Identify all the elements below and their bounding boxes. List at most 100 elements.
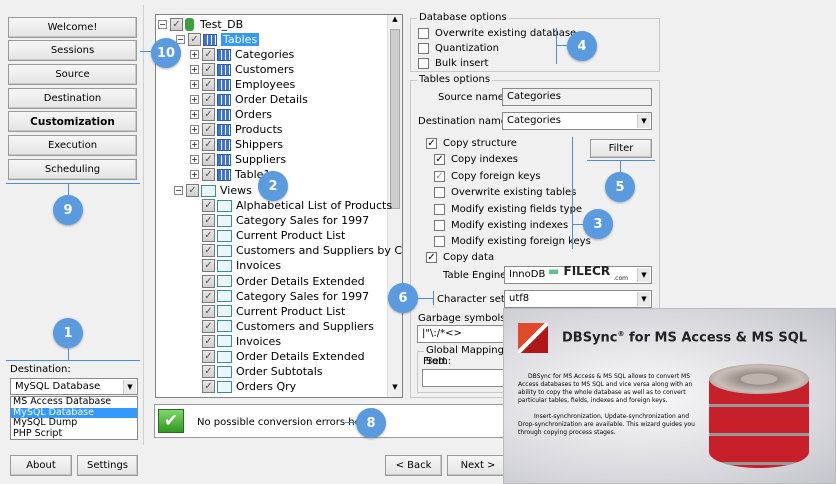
checkbox-box[interactable]: ✓ [434,170,445,182]
tree-item-view[interactable]: ✓ Order Subtotals [202,364,323,379]
tree-item-view[interactable]: ✓ Customers and Suppliers [202,319,374,334]
nav-execution[interactable]: Execution [8,135,137,156]
checkbox-box[interactable]: ✓ [426,138,437,149]
tree-item-table[interactable]: + ✓ Order Details [190,92,308,107]
checkbox-copy-data[interactable]: ✓ Copy data [426,252,494,263]
tree-item-view[interactable]: ✓ Orders Qry [202,379,296,394]
destination-option[interactable]: MS Access Database [11,396,137,408]
object-tree[interactable]: ▲ ▼ − ✓ Test_DB − ✓ Tables + ✓ Categories + ✓ Custo… [155,14,403,398]
expand-icon[interactable]: + [190,65,199,74]
garbage-symbols-input[interactable]: |"\:/*<> [417,325,517,343]
checkbox-modify-existing-fields-type[interactable]: Modify existing fields type [434,203,582,215]
checkbox-checked-icon[interactable]: ✓ [202,334,215,348]
tree-item-view[interactable]: ✓ Current Product List [202,304,345,319]
checkbox-checked-icon[interactable]: ✓ [202,274,215,288]
checkbox-checked-icon[interactable]: ✓ [202,319,215,333]
tree-item-table[interactable]: + ✓ Products [190,122,283,137]
checkbox-box[interactable]: ✓ [434,154,445,166]
chevron-down-icon[interactable]: ▼ [637,292,650,306]
checkbox-modify-existing-indexes[interactable]: Modify existing indexes [434,220,568,231]
collapse-icon[interactable]: − [158,20,167,29]
checkbox-checked-icon[interactable]: ✓ [202,108,215,121]
checkbox-checked-icon[interactable]: ✓ [202,153,215,166]
expand-icon[interactable]: + [190,110,199,119]
checkbox-checked-icon[interactable]: ✓ [202,138,215,151]
checkbox-checked-icon[interactable]: ✓ [170,18,183,31]
tree-item-root[interactable]: − ✓ Test_DB [158,17,243,32]
scroll-thumb[interactable] [390,29,400,209]
back-button[interactable]: < Back [385,455,442,476]
tree-item-view[interactable]: ✓ Alphabetical List of Products [202,198,392,213]
nav-welcome[interactable]: Welcome! [8,17,137,38]
checkbox-box[interactable] [418,43,429,54]
checkbox-box[interactable] [418,58,429,69]
expand-icon[interactable]: + [190,80,199,89]
nav-scheduling[interactable]: Scheduling [8,159,137,180]
checkbox-checked-icon[interactable]: ✓ [188,33,201,46]
chevron-down-icon[interactable]: ▼ [637,114,650,128]
chevron-down-icon[interactable]: ▼ [637,268,650,282]
nav-destination[interactable]: Destination [8,88,137,109]
checkbox-checked-icon[interactable]: ✓ [202,168,215,181]
checkbox-checked-icon[interactable]: ✓ [202,259,215,273]
checkbox-checked-icon[interactable]: ✓ [202,48,215,61]
checkbox-checked-icon[interactable]: ✓ [202,123,215,136]
nav-source[interactable]: Source [8,64,137,85]
checkbox-checked-icon[interactable]: ✓ [186,184,199,197]
checkbox-box[interactable] [434,220,445,231]
checkbox-checked-icon[interactable]: ✓ [202,244,215,258]
checkbox-copy-indexes[interactable]: ✓ Copy indexes [434,154,518,166]
checkbox-overwrite-existing-tables[interactable]: Overwrite existing tables [434,187,576,199]
checkbox-checked-icon[interactable]: ✓ [202,229,215,243]
checkbox-box[interactable] [434,236,445,248]
nav-sessions[interactable]: Sessions [8,40,137,61]
tree-item-view[interactable]: ✓ Customers and Suppliers by City [202,243,402,258]
checkbox-box[interactable]: ✓ [426,252,437,263]
checkbox-box[interactable] [434,187,445,199]
destination-name-select[interactable]: Categories ▼ [502,112,652,130]
checkbox-checked-icon[interactable]: ✓ [202,304,215,318]
from-input[interactable] [422,369,512,387]
checkbox-overwrite-existing-database[interactable]: Overwrite existing database [418,28,576,39]
checkbox-box[interactable] [418,28,429,39]
settings-button[interactable]: Settings [77,455,138,476]
tree-item-view[interactable]: ✓ Order Details Extended [202,274,365,289]
scroll-up-icon[interactable]: ▲ [388,15,402,29]
tree-item-view[interactable]: ✓ Category Sales for 1997 [202,289,369,304]
next-button[interactable]: Next > [447,455,509,476]
destination-option[interactable]: PHP Script [11,428,137,440]
tree-item-view[interactable]: ✓ Current Product List [202,228,345,243]
tree-item-view[interactable]: ✓ Category Sales for 1997 [202,213,369,228]
collapse-icon[interactable]: − [174,186,183,195]
checkbox-checked-icon[interactable]: ✓ [202,199,215,212]
about-button[interactable]: About [10,455,72,476]
character-set-select[interactable]: utf8 ▼ [504,290,652,308]
tree-item-table[interactable]: + ✓ Shippers [190,137,283,152]
checkbox-copy-structure[interactable]: ✓ Copy structure [426,138,517,149]
checkbox-box[interactable] [434,203,445,215]
expand-icon[interactable]: + [190,125,199,134]
checkbox-checked-icon[interactable]: ✓ [202,63,215,76]
expand-icon[interactable]: + [190,170,199,179]
checkbox-checked-icon[interactable]: ✓ [202,380,215,394]
chevron-down-icon[interactable]: ▼ [123,380,136,394]
tree-item-views[interactable]: − ✓ Views [174,183,252,198]
expand-icon[interactable]: + [190,50,199,59]
tree-item-table[interactable]: + ✓ Categories [190,47,294,62]
tree-item-view[interactable]: ✓ Invoices [202,258,281,273]
destination-listbox[interactable]: MS Access Database MySQL Database MySQL Du… [10,396,138,440]
tree-item-view[interactable]: ✓ Order Details Extended [202,349,365,364]
checkbox-checked-icon[interactable]: ✓ [202,214,215,228]
destination-select[interactable]: MySQL Database ▼ [10,378,138,395]
tree-item-table[interactable]: + ✓ Suppliers [190,152,286,167]
tree-item-table[interactable]: + ✓ Employees [190,77,295,92]
filter-button[interactable]: Filter [590,139,652,158]
checkbox-checked-icon[interactable]: ✓ [202,289,215,303]
checkbox-checked-icon[interactable]: ✓ [202,93,215,106]
checkbox-quantization[interactable]: Quantization [418,43,499,54]
destination-option[interactable]: MySQL Dump [11,417,137,429]
scroll-down-icon[interactable]: ▼ [388,383,402,397]
expand-icon[interactable]: + [190,155,199,164]
tree-item-tables[interactable]: − ✓ Tables [176,32,260,47]
checkbox-checked-icon[interactable]: ✓ [202,350,215,363]
